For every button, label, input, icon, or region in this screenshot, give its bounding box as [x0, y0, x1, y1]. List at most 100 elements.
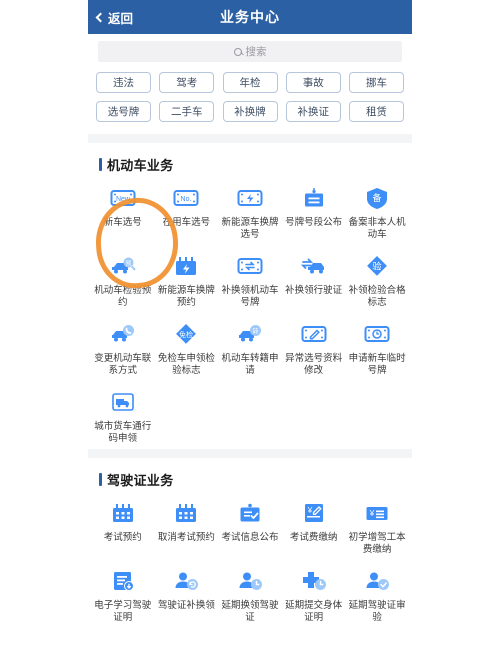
chip-ershouche[interactable]: 二手车	[159, 101, 215, 122]
section-title: 驾驶证业务	[107, 473, 174, 488]
calendar-icon	[108, 498, 138, 528]
truck-icon	[108, 387, 138, 417]
grid-item-buhuanlinghaopai[interactable]: 补换领机动车号牌	[218, 251, 282, 309]
grid-item-label: 延期换领驾驶证	[221, 600, 279, 623]
grid-item-label: 异常选号资料修改	[285, 353, 343, 376]
grid-item-jiyanyuyue[interactable]: 预 机动车检验预约	[91, 251, 155, 309]
grid-item-jiashizhengbuhuanling[interactable]: 驾驶证补换领	[155, 566, 219, 624]
chip-xuanhaopai[interactable]: 选号牌	[96, 101, 151, 122]
plate-no-icon: No.	[171, 183, 201, 213]
grid-item-label: 延期驾驶证审验	[348, 600, 406, 623]
grid-item-linshihaopai[interactable]: 申请新车临时号牌	[345, 319, 409, 377]
chip-nuoche[interactable]: 挪车	[349, 72, 404, 93]
car-inspect-booking-icon: 预	[108, 251, 138, 281]
section-license-services: 驾驶证业务 考试预约 取消考试预约 考试信息公布 ¥ 考试费缴纳 ¥ 初学增驾工…	[88, 458, 412, 628]
svg-text:New: New	[116, 196, 131, 203]
grid-item-zaiyongchexuanhao[interactable]: No. 在用车选号	[155, 183, 219, 241]
grid-item-xinnengyuanyuyue[interactable]: 新能源车换牌预约	[155, 251, 219, 309]
grid-item-label: 免检车申领检验标志	[157, 353, 215, 376]
grid-item-xinnengyuanxuanhao[interactable]: 新能源车换牌选号	[218, 183, 282, 241]
phone-screen: 返回 业务中心 搜索 违法 驾考 年检 事故 挪车 选号牌 二手车 补换牌 补换…	[88, 0, 412, 666]
svg-text:¥: ¥	[369, 509, 375, 518]
chip-weifa[interactable]: 违法	[96, 72, 151, 93]
grid-item-dianzixuexizhengming[interactable]: 电子学习驾驶证明	[91, 566, 155, 624]
grid-item-gongbenfeijiaona[interactable]: ¥ 初学增驾工本费缴纳	[345, 498, 409, 556]
chip-row-1: 违法 驾考 年检 事故 挪车	[96, 72, 404, 93]
grid-item-kaoshixinxigongbu[interactable]: 考试信息公布	[218, 498, 282, 556]
page-title: 业务中心	[220, 9, 280, 25]
search-input[interactable]: 搜索	[98, 41, 402, 62]
grid-item-label: 补换领机动车号牌	[221, 285, 279, 308]
grid-item-buhuanlingxingshizheng[interactable]: 补换领行驶证	[282, 251, 346, 309]
plate-clock-icon	[362, 319, 392, 349]
grid-item-label: 补领检验合格标志	[348, 285, 406, 308]
grid-item-yanqijiashizhengshenyan[interactable]: 延期驾驶证审验	[345, 566, 409, 624]
yuan-card-icon: ¥	[362, 498, 392, 528]
yuan-document-pen-icon: ¥	[299, 498, 329, 528]
grid-item-yanqihuanlingjiashizheng[interactable]: 延期换领驾驶证	[218, 566, 282, 624]
chip-zulin[interactable]: 租赁	[349, 101, 404, 122]
person-check-icon	[362, 566, 392, 596]
chip-jiakao[interactable]: 驾考	[159, 72, 215, 93]
grid-item-yichangxuanhaoxiugai[interactable]: 异常选号资料修改	[282, 319, 346, 377]
plate-pen-icon	[299, 319, 329, 349]
svg-text:预: 预	[125, 260, 131, 268]
grid-item-huochetongxingma[interactable]: 城市货车通行码申领	[91, 387, 155, 445]
grid-item-yanqitijiaoshentizhengming[interactable]: 延期提交身体证明	[282, 566, 346, 624]
svg-text:备: 备	[373, 192, 382, 203]
section-divider-2	[88, 449, 412, 458]
section-vehicle-services: 机动车业务 New 新车选号 No. 在用车选号 新能源车换牌选号 号牌号段公布…	[88, 143, 412, 449]
grid-item-label: 补换领行驶证	[285, 285, 343, 296]
section-header: 机动车业务	[88, 143, 412, 183]
chip-buhuanzheng[interactable]: 补换证	[285, 101, 341, 122]
svg-text:转: 转	[252, 327, 258, 335]
grid-item-mianjianchebiaozhi[interactable]: 免检 免检车申领检验标志	[155, 319, 219, 377]
grid-item-label: 考试费缴纳	[289, 532, 338, 543]
plate-new-icon: New	[108, 183, 138, 213]
person-refresh-icon	[171, 566, 201, 596]
car-phone-icon	[108, 319, 138, 349]
grid-item-xinchexuanhao[interactable]: New 新车选号	[91, 183, 155, 241]
license-services-grid: 考试预约 取消考试预约 考试信息公布 ¥ 考试费缴纳 ¥ 初学增驾工本费缴纳 电…	[88, 498, 412, 624]
grid-item-kaoshiyuyue[interactable]: 考试预约	[91, 498, 155, 556]
section-divider	[88, 134, 412, 143]
grid-item-haopaihaoduan[interactable]: 号牌号段公布	[282, 183, 346, 241]
hanging-board-icon	[299, 183, 329, 213]
grid-item-beiananfeiberen[interactable]: 备 备案非本人机动车	[345, 183, 409, 241]
grid-item-label: 初学增驾工本费缴纳	[348, 532, 406, 555]
grid-item-zhuanjishenqing[interactable]: 转 机动车转籍申请	[218, 319, 282, 377]
quick-category-chips: 违法 驾考 年检 事故 挪车 选号牌 二手车 补换牌 补换证 租赁	[88, 68, 412, 134]
grid-item-label: 考试信息公布	[221, 532, 279, 543]
svg-text:验: 验	[373, 261, 382, 272]
grid-item-label: 取消考试预约	[157, 532, 215, 543]
grid-item-quxiaokaoshiyuyue[interactable]: 取消考试预约	[155, 498, 219, 556]
person-clock-icon	[235, 566, 265, 596]
grid-item-label: 申请新车临时号牌	[348, 353, 406, 376]
section-title: 机动车业务	[107, 158, 174, 173]
grid-item-bulingjianyanbiaozhi[interactable]: 验 补领检验合格标志	[345, 251, 409, 309]
svg-text:No.: No.	[181, 196, 192, 203]
search-icon	[233, 47, 242, 56]
chip-buhuanpai[interactable]: 补换牌	[222, 101, 278, 122]
grid-item-label: 电子学习驾驶证明	[94, 600, 152, 623]
grid-item-label: 机动车转籍申请	[221, 353, 279, 376]
grid-item-label: 新能源车换牌选号	[221, 217, 279, 240]
back-button-label: 返回	[108, 11, 134, 26]
svg-text:免检: 免检	[179, 330, 193, 339]
calendar-bolt-icon	[171, 251, 201, 281]
grid-item-kaoshifeijiaona[interactable]: ¥ 考试费缴纳	[282, 498, 346, 556]
plate-swap-icon	[235, 251, 265, 281]
grid-item-label: 延期提交身体证明	[285, 600, 343, 623]
chevron-left-icon	[95, 12, 106, 22]
doc-download-icon	[108, 566, 138, 596]
back-button[interactable]: 返回	[88, 8, 133, 27]
grid-item-label: 机动车检验预约	[94, 285, 152, 308]
shield-bei-icon: 备	[362, 183, 392, 213]
grid-item-label: 新车选号	[103, 217, 142, 228]
grid-item-label: 变更机动车联系方式	[94, 353, 152, 376]
chip-nianjian[interactable]: 年检	[222, 72, 278, 93]
grid-item-biangengjiluanxi[interactable]: 变更机动车联系方式	[91, 319, 155, 377]
chip-shigu[interactable]: 事故	[285, 72, 341, 93]
calendar-icon	[171, 498, 201, 528]
grid-item-label: 城市货车通行码申领	[94, 421, 152, 444]
